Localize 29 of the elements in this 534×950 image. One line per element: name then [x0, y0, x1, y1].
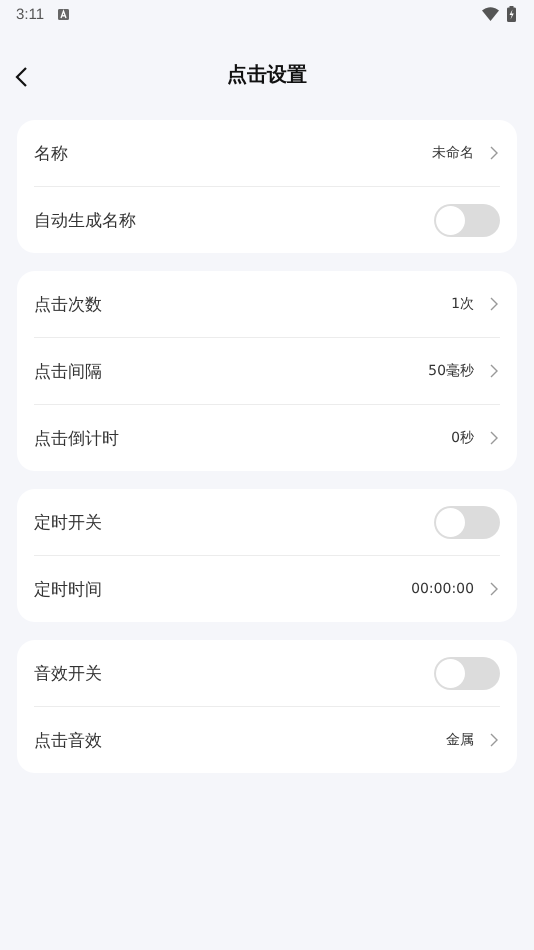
chevron-icon: [490, 733, 498, 747]
setting-label: 点击倒计时: [34, 428, 120, 450]
chevron-icon: [490, 146, 498, 160]
setting-value[interactable]: 50毫秒: [428, 362, 474, 380]
setting-value[interactable]: 未命名: [432, 144, 474, 162]
setting-value[interactable]: 00:00:00: [411, 581, 474, 597]
setting-label: 定时开关: [34, 512, 103, 534]
setting-label: 点击音效: [34, 730, 103, 752]
status-time: 3:11: [16, 6, 44, 22]
setting-label: 定时时间: [34, 578, 103, 600]
chevron-icon: [490, 297, 498, 311]
battery-icon: [507, 6, 516, 22]
chevron-icon: [490, 364, 498, 378]
notification-icon: [58, 8, 70, 20]
toggle-switch[interactable]: [434, 656, 500, 690]
setting-label: 自动生成名称: [34, 210, 137, 232]
setting-label: 音效开关: [34, 662, 103, 684]
page-title: 点击设置: [227, 60, 307, 88]
toggle-switch[interactable]: [434, 506, 500, 538]
setting-value[interactable]: 金属: [446, 731, 474, 749]
chevron-icon: [490, 582, 498, 596]
setting-label: 点击间隔: [34, 360, 103, 382]
setting-label: 名称: [34, 142, 69, 164]
setting-label: 点击次数: [34, 294, 103, 316]
setting-value[interactable]: 1次: [451, 295, 474, 313]
wifi-icon: [482, 7, 499, 21]
toggle-switch[interactable]: [434, 204, 500, 236]
setting-value[interactable]: 0秒: [451, 429, 474, 447]
chevron-icon: [490, 431, 498, 445]
